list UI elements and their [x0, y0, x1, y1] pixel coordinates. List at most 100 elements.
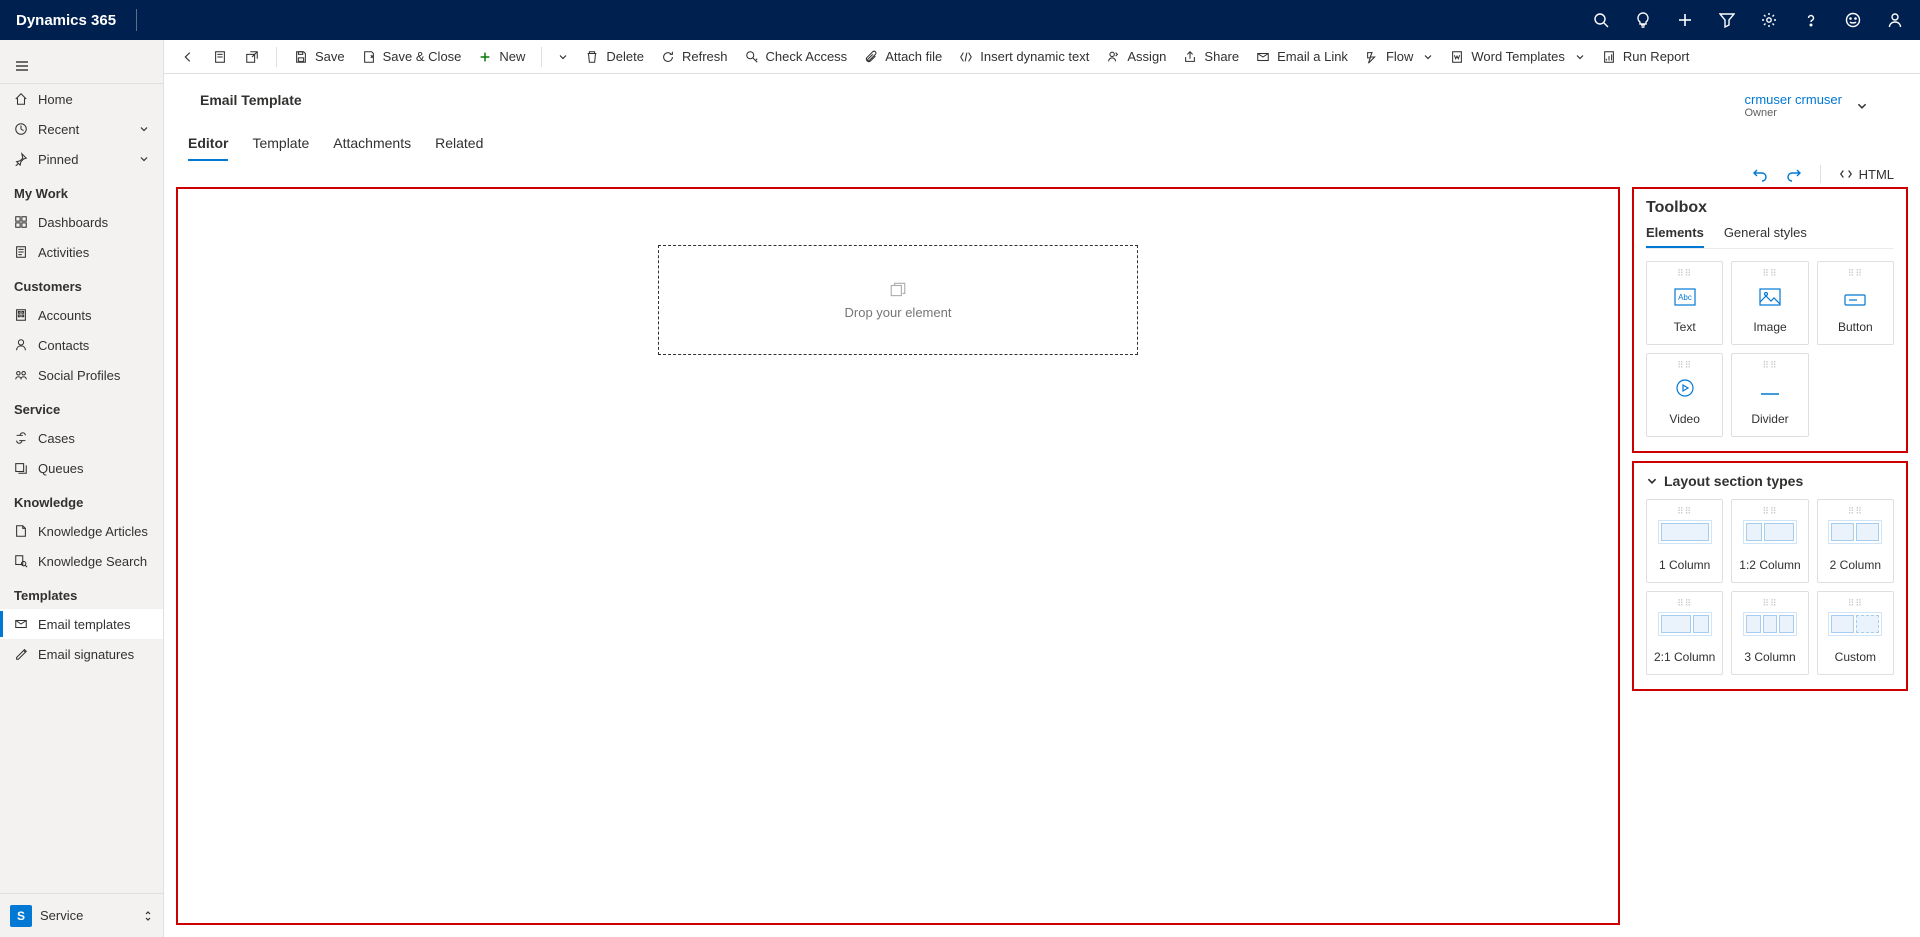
command-bar: Save Save & Close New Delete Refresh Che…: [164, 40, 1920, 74]
layout-2-1col[interactable]: ⠿⠿2:1 Column: [1646, 591, 1723, 675]
chevron-down-icon[interactable]: [1646, 475, 1658, 487]
tab-template[interactable]: Template: [252, 135, 309, 161]
owner-label: Owner: [1744, 107, 1842, 119]
nav-activities[interactable]: Activities: [0, 237, 163, 267]
person-icon[interactable]: [1886, 11, 1904, 29]
layout-2col[interactable]: ⠿⠿2 Column: [1817, 499, 1894, 583]
layout-title: Layout section types: [1664, 473, 1803, 489]
lightbulb-icon[interactable]: [1634, 11, 1652, 29]
tool-image[interactable]: ⠿⠿Image: [1731, 261, 1808, 345]
nav-label: Cases: [38, 431, 75, 446]
nav-label: Contacts: [38, 338, 89, 353]
section-service: Service: [0, 390, 163, 423]
sidebar-toggle[interactable]: [0, 48, 163, 84]
new-dropdown[interactable]: [550, 42, 576, 72]
nav-karticles[interactable]: Knowledge Articles: [0, 516, 163, 546]
nav-label: Accounts: [38, 308, 91, 323]
nav-recent[interactable]: Recent: [0, 114, 163, 144]
search-icon[interactable]: [1592, 11, 1610, 29]
nav-accounts[interactable]: Accounts: [0, 300, 163, 330]
toolbox-title: Toolbox: [1646, 199, 1894, 217]
attach-file-button[interactable]: Attach file: [855, 42, 950, 72]
refresh-button[interactable]: Refresh: [652, 42, 736, 72]
svg-text:Abc: Abc: [1678, 293, 1692, 302]
back-button[interactable]: [172, 42, 204, 72]
chevron-down-icon[interactable]: [139, 154, 149, 164]
add-icon[interactable]: [1676, 11, 1694, 29]
save-close-button[interactable]: Save & Close: [353, 42, 470, 72]
nav-label: Email signatures: [38, 647, 134, 662]
layout-1-2col[interactable]: ⠿⠿1:2 Column: [1731, 499, 1808, 583]
section-templates: Templates: [0, 576, 163, 609]
toolbox-tab-elements[interactable]: Elements: [1646, 225, 1704, 248]
tool-divider[interactable]: ⠿⠿Divider: [1731, 353, 1808, 437]
layout-3col[interactable]: ⠿⠿3 Column: [1731, 591, 1808, 675]
panel-icon[interactable]: [204, 42, 236, 72]
nav-queues[interactable]: Queues: [0, 453, 163, 483]
main-area: Save Save & Close New Delete Refresh Che…: [164, 40, 1920, 937]
chevron-down-icon[interactable]: [1856, 100, 1868, 112]
nav-cases[interactable]: Cases: [0, 423, 163, 453]
chevron-down-icon[interactable]: [139, 124, 149, 134]
tool-text[interactable]: ⠿⠿AbcText: [1646, 261, 1723, 345]
nav-contacts[interactable]: Contacts: [0, 330, 163, 360]
owner-block[interactable]: crmuser crmuser Owner: [1744, 92, 1868, 119]
sidebar: Home Recent Pinned My Work Dashboards Ac…: [0, 40, 164, 937]
tool-video[interactable]: ⠿⠿Video: [1646, 353, 1723, 437]
filter-icon[interactable]: [1718, 11, 1736, 29]
email-link-button[interactable]: Email a Link: [1247, 42, 1356, 72]
help-icon[interactable]: [1802, 11, 1820, 29]
undo-button[interactable]: [1752, 166, 1768, 182]
share-button[interactable]: Share: [1174, 42, 1247, 72]
new-button[interactable]: New: [469, 42, 533, 72]
check-access-button[interactable]: Check Access: [736, 42, 856, 72]
popout-icon[interactable]: [236, 42, 268, 72]
global-header: Dynamics 365: [0, 0, 1920, 40]
nav-social[interactable]: Social Profiles: [0, 360, 163, 390]
nav-ksearch[interactable]: Knowledge Search: [0, 546, 163, 576]
nav-label: Knowledge Search: [38, 554, 147, 569]
updown-icon: [143, 909, 153, 923]
tool-button[interactable]: ⠿⠿Button: [1817, 261, 1894, 345]
area-badge: S: [10, 905, 32, 927]
insert-dynamic-button[interactable]: Insert dynamic text: [950, 42, 1097, 72]
assign-button[interactable]: Assign: [1097, 42, 1174, 72]
html-button[interactable]: HTML: [1839, 167, 1894, 182]
delete-button[interactable]: Delete: [576, 42, 652, 72]
tab-related[interactable]: Related: [435, 135, 483, 161]
nav-dashboards[interactable]: Dashboards: [0, 207, 163, 237]
run-report-button[interactable]: Run Report: [1593, 42, 1697, 72]
section-mywork: My Work: [0, 174, 163, 207]
flow-button[interactable]: Flow: [1356, 42, 1441, 72]
nav-label: Recent: [38, 122, 79, 137]
drop-zone[interactable]: Drop your element: [658, 245, 1138, 355]
nav-home[interactable]: Home: [0, 84, 163, 114]
toolbox-panel: Toolbox Elements General styles ⠿⠿AbcTex…: [1632, 187, 1908, 453]
redo-button[interactable]: [1786, 166, 1802, 182]
nav-label: Knowledge Articles: [38, 524, 148, 539]
area-switcher[interactable]: S Service: [0, 893, 163, 937]
header-divider: [136, 9, 137, 31]
nav-label: Home: [38, 92, 73, 107]
layout-custom[interactable]: ⠿⠿Custom: [1817, 591, 1894, 675]
nav-label: Queues: [38, 461, 84, 476]
layout-1col[interactable]: ⠿⠿1 Column: [1646, 499, 1723, 583]
tab-editor[interactable]: Editor: [188, 135, 228, 161]
nav-email-templates[interactable]: Email templates: [0, 609, 163, 639]
area-label: Service: [40, 908, 83, 923]
section-knowledge: Knowledge: [0, 483, 163, 516]
smiley-icon[interactable]: [1844, 11, 1862, 29]
save-button[interactable]: Save: [285, 42, 353, 72]
nav-label: Activities: [38, 245, 89, 260]
owner-name: crmuser crmuser: [1744, 92, 1842, 107]
nav-label: Social Profiles: [38, 368, 120, 383]
form-tabs: Editor Template Attachments Related: [164, 119, 1920, 161]
nav-label: Dashboards: [38, 215, 108, 230]
word-templates-button[interactable]: Word Templates: [1441, 42, 1592, 72]
design-canvas[interactable]: Drop your element: [176, 187, 1620, 925]
nav-email-signatures[interactable]: Email signatures: [0, 639, 163, 669]
toolbox-tab-styles[interactable]: General styles: [1724, 225, 1807, 248]
nav-pinned[interactable]: Pinned: [0, 144, 163, 174]
gear-icon[interactable]: [1760, 11, 1778, 29]
tab-attachments[interactable]: Attachments: [333, 135, 411, 161]
